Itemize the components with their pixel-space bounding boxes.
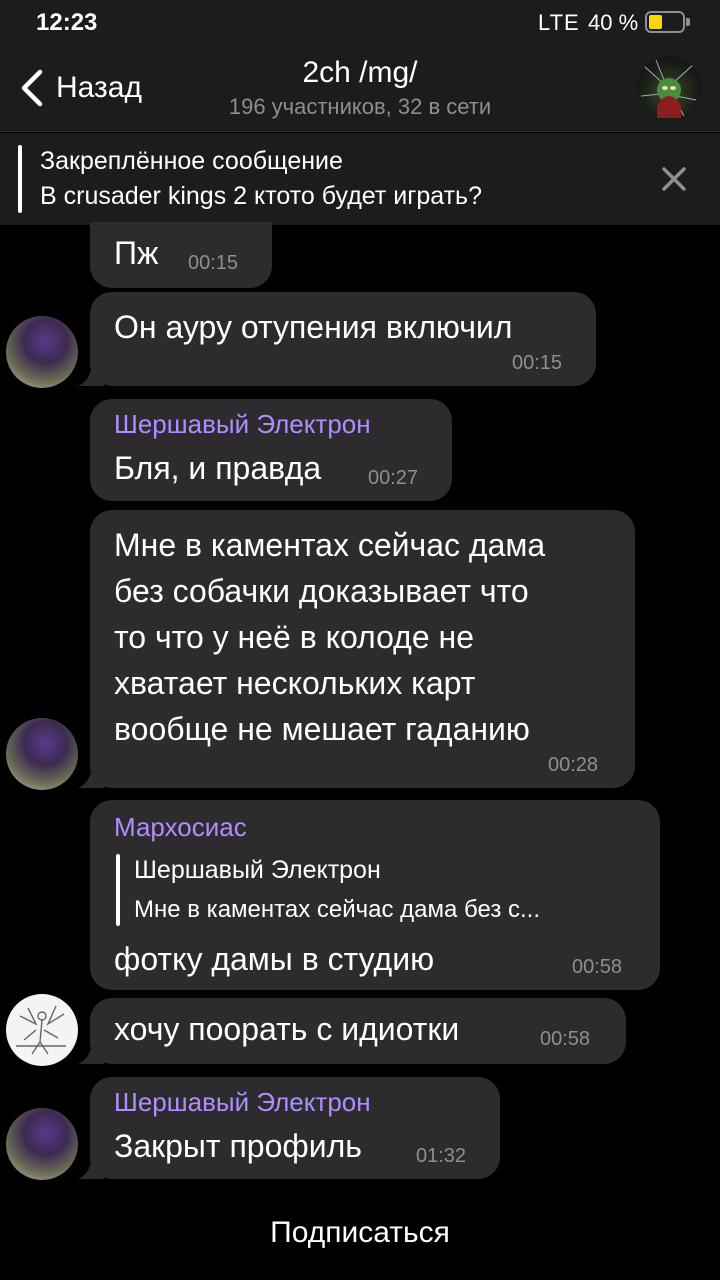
message-bubble[interactable]: Он ауру отупения включил 00:15 xyxy=(90,292,596,386)
network-indicator: LTE xyxy=(538,10,580,35)
message-line: Мне в каментах сейчас дама xyxy=(114,527,546,563)
message-time: 00:27 xyxy=(368,467,419,489)
pinned-indicator xyxy=(18,145,22,213)
message-line: вообще не мешает гаданию xyxy=(114,711,530,747)
message-bubble[interactable]: Пж 00:15 xyxy=(90,222,272,288)
subscribe-button[interactable]: Подписаться xyxy=(0,1216,720,1250)
message-bubble[interactable]: Шершавый Электрон Бля, и правда 00:27 xyxy=(90,399,452,501)
pinned-title: Закреплённое сообщение xyxy=(40,147,343,175)
sender-name[interactable]: Мархосиас xyxy=(114,812,247,843)
reply-text: Мне в каментах сейчас дама без с... xyxy=(134,896,541,923)
bubble-tail xyxy=(78,762,104,788)
reply-sender: Шершавый Электрон xyxy=(134,856,381,884)
avatar[interactable] xyxy=(6,1108,78,1180)
chat-subtitle: 196 участников, 32 в сети xyxy=(228,94,492,119)
avatar-drawing xyxy=(16,1005,66,1055)
battery-percent: 40 % xyxy=(588,10,639,35)
sender-name[interactable]: Шершавый Электрон xyxy=(114,1087,371,1118)
sender-name[interactable]: Шершавый Электрон xyxy=(114,409,371,440)
avatar[interactable] xyxy=(6,316,78,388)
message-time: 00:58 xyxy=(540,1028,591,1050)
message-bubble[interactable]: хочу поорать с идиотки 00:58 xyxy=(90,998,626,1064)
reply-indicator xyxy=(116,854,120,926)
message-bubble[interactable]: Шершавый Электрон Закрыт профиль 01:32 xyxy=(90,1077,500,1179)
message-text: Он ауру отупения включил xyxy=(114,309,513,345)
message-text: фотку дамы в студию xyxy=(114,941,435,977)
message-text: Бля, и правда xyxy=(114,450,322,486)
nav-bar: Назад 2ch /mg/ 196 участников, 32 в сети xyxy=(0,46,720,132)
message-bubble[interactable]: Мархосиас Шершавый Электрон Мне в камент… xyxy=(90,800,660,990)
message-line: без собачки доказывает что xyxy=(114,573,529,609)
battery-tip xyxy=(686,18,690,26)
pinned-message[interactable]: Закреплённое сообщение В crusader kings … xyxy=(0,133,720,225)
message-time: 00:15 xyxy=(512,352,563,374)
message-text: Закрыт профиль xyxy=(114,1128,362,1164)
message-line: хватает нескольких карт xyxy=(114,665,476,701)
status-time: 12:23 xyxy=(36,9,98,36)
message-bubble[interactable]: Мне в каментах сейчас дама без собачки д… xyxy=(90,510,635,788)
battery-icon xyxy=(645,11,685,33)
chat-title[interactable]: 2ch /mg/ xyxy=(0,56,720,90)
chat-avatar-image xyxy=(640,59,697,118)
message-time: 01:32 xyxy=(416,1145,467,1167)
message-text: хочу поорать с идиотки xyxy=(114,1011,460,1047)
avatar[interactable] xyxy=(6,994,78,1066)
avatar[interactable] xyxy=(6,718,78,790)
bubble-tail xyxy=(78,1038,104,1064)
close-icon[interactable] xyxy=(656,161,692,197)
bubble-tail xyxy=(78,360,104,386)
bubble-tail xyxy=(78,1153,104,1179)
message-text: Пж xyxy=(114,235,159,271)
message-time: 00:28 xyxy=(548,754,599,776)
message-time: 00:58 xyxy=(572,956,623,978)
status-bar: 12:23 LTE 40 % xyxy=(0,0,720,46)
message-line: то что у неё в колоде не xyxy=(114,619,474,655)
chat-avatar[interactable] xyxy=(636,56,702,122)
pinned-text: В crusader kings 2 ктото будет играть? xyxy=(40,182,482,210)
battery-level xyxy=(649,15,662,29)
message-time: 00:15 xyxy=(188,252,239,274)
